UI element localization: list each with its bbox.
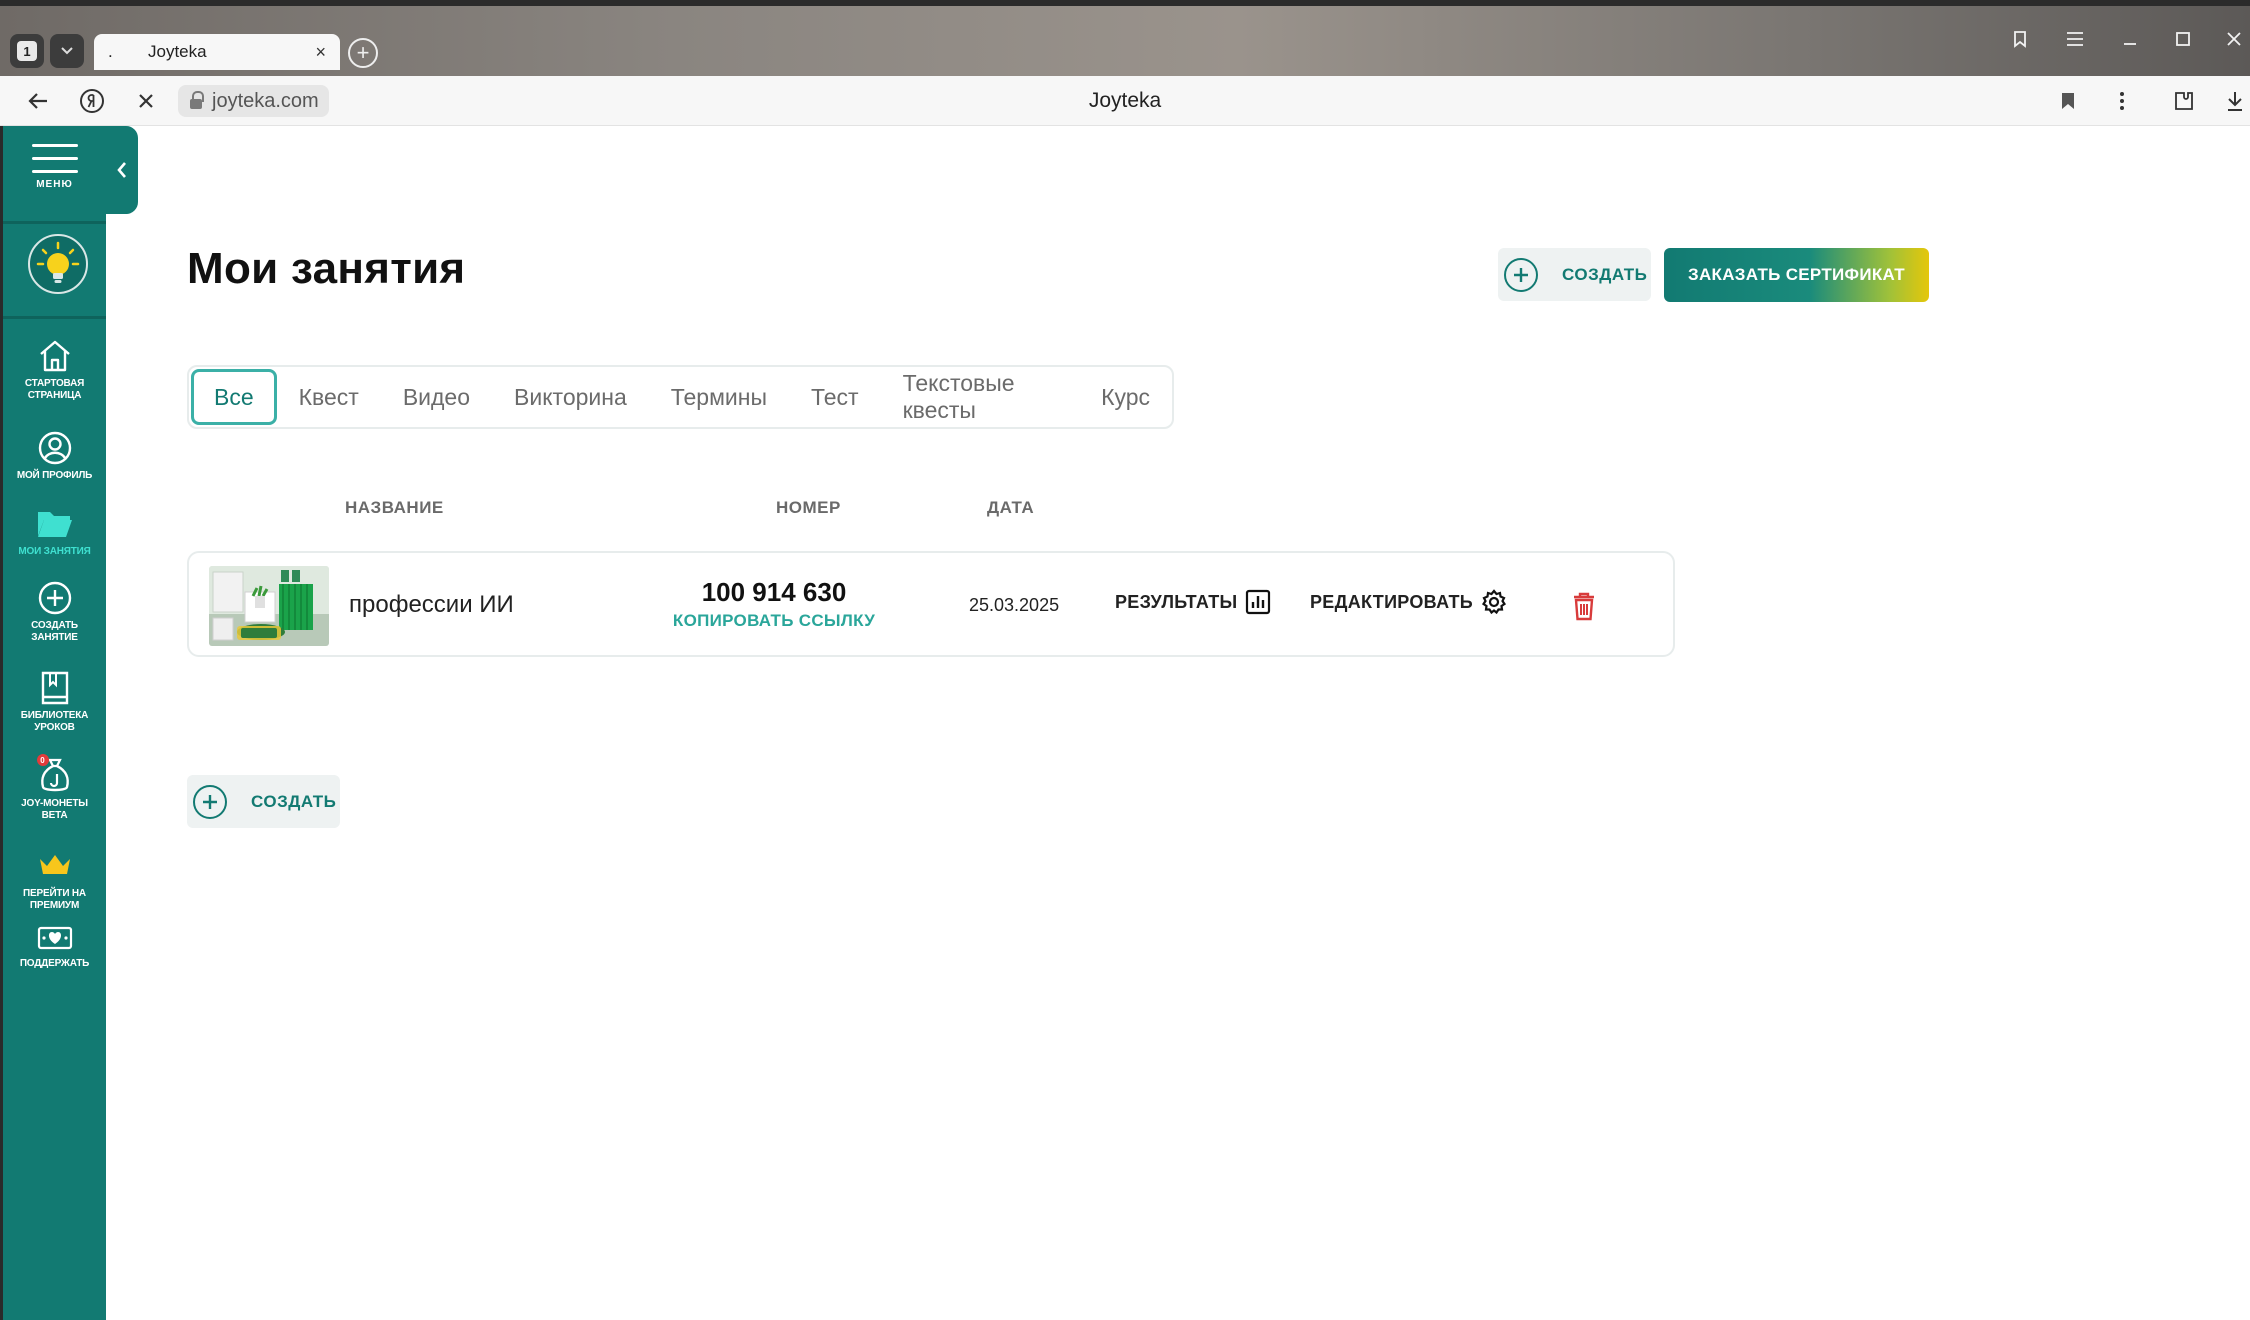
table-row: профессии ИИ 100 914 630 КОПИРОВАТЬ ССЫЛ…	[187, 551, 1675, 657]
filter-test[interactable]: Тест	[789, 369, 881, 425]
money-bag-icon: 0	[33, 754, 77, 796]
app-sidebar: МЕНЮ СТАРТОВАЯ СТРАНИЦА МОЙ ПРОФИЛЬ МОИ З	[0, 126, 106, 1320]
stop-icon[interactable]	[128, 84, 164, 118]
lesson-number: 100 914 630	[701, 577, 847, 607]
sidebar-divider	[3, 316, 106, 319]
gear-icon	[1481, 589, 1507, 615]
lock-icon	[190, 90, 204, 109]
sidebar-item-profile[interactable]: МОЙ ПРОФИЛЬ	[3, 428, 106, 482]
column-header-number: НОМЕР	[776, 498, 841, 517]
filter-tabs: Все Квест Видео Викторина Термины Тест Т…	[187, 365, 1174, 429]
filter-video[interactable]: Видео	[381, 369, 492, 425]
trash-icon	[1574, 592, 1594, 621]
sidebar-item-home[interactable]: СТАРТОВАЯ СТРАНИЦА	[3, 336, 106, 402]
donate-icon	[33, 922, 77, 954]
column-header-date: ДАТА	[987, 498, 1035, 517]
menu-button[interactable]: МЕНЮ	[3, 136, 106, 212]
chevron-left-icon	[117, 162, 126, 178]
browser-tab-active[interactable]: . Joyteka ×	[94, 34, 340, 70]
column-header-name: НАЗВАНИЕ	[345, 498, 444, 517]
home-icon	[33, 336, 77, 376]
lesson-thumbnail[interactable]	[209, 566, 329, 646]
crown-icon	[33, 850, 77, 880]
plus-circle-icon	[33, 578, 77, 618]
maximize-icon[interactable]	[2163, 22, 2203, 56]
back-icon[interactable]	[20, 84, 56, 118]
logo-lightbulb-icon[interactable]	[28, 234, 88, 294]
window-counter-badge[interactable]: 1	[10, 34, 44, 68]
window-close-icon[interactable]	[2218, 22, 2250, 56]
coins-badge: 0	[36, 754, 49, 766]
filter-text-quests[interactable]: Текстовые квесты	[881, 369, 1079, 425]
results-button[interactable]: РЕЗУЛЬТАТЫ	[1115, 589, 1271, 615]
url-text: joyteka.com	[212, 89, 319, 112]
filter-terms[interactable]: Термины	[649, 369, 789, 425]
filter-all[interactable]: Все	[191, 369, 277, 425]
tab-title: Joyteka	[148, 42, 207, 61]
new-tab-button[interactable]: +	[348, 38, 378, 68]
sidebar-divider	[3, 221, 106, 224]
sidebar-item-create-lesson[interactable]: СОЗДАТЬ ЗАНЯТИЕ	[3, 578, 106, 644]
lesson-name[interactable]: профессии ИИ	[349, 591, 514, 619]
kebab-icon[interactable]	[2104, 84, 2140, 118]
create-button-top[interactable]: СОЗДАТЬ	[1498, 248, 1651, 301]
delete-button[interactable]	[1567, 587, 1601, 625]
sidebar-collapse-button[interactable]	[106, 126, 138, 214]
filter-quest[interactable]: Квест	[277, 369, 381, 425]
sidebar-item-support[interactable]: ПОДДЕРЖАТЬ	[3, 922, 106, 970]
extensions-icon[interactable]	[2166, 84, 2202, 118]
filter-quiz[interactable]: Викторина	[492, 369, 649, 425]
url-field[interactable]: joyteka.com	[178, 85, 329, 117]
minimize-icon[interactable]	[2110, 22, 2150, 56]
edit-button[interactable]: РЕДАКТИРОВАТЬ	[1310, 589, 1507, 615]
browser-menu-icon[interactable]	[2055, 22, 2095, 56]
download-icon[interactable]	[2220, 84, 2250, 118]
plus-circle-icon	[1504, 257, 1538, 292]
lesson-date: 25.03.2025	[969, 595, 1060, 615]
browser-titlebar: 1 . Joyteka × +	[0, 0, 2250, 76]
order-certificate-button[interactable]: ЗАКАЗАТЬ СЕРТИФИКАТ	[1664, 248, 1929, 302]
page-title: Мои занятия	[187, 244, 466, 293]
sidebar-item-my-lessons[interactable]: МОИ ЗАНЯТИЯ	[3, 504, 106, 558]
tab-close-icon[interactable]: ×	[315, 42, 326, 63]
yandex-icon[interactable]	[74, 84, 110, 118]
profile-icon	[33, 428, 77, 468]
folder-icon	[33, 504, 77, 544]
sidebar-item-joy-coins[interactable]: 0 JOY-МОНЕТЫ BETA	[3, 754, 106, 822]
address-bar: joyteka.com Joyteka	[0, 76, 2250, 126]
sidebar-item-premium[interactable]: ПЕРЕЙТИ НА ПРЕМИУМ	[3, 850, 106, 912]
collections-icon[interactable]	[2000, 22, 2040, 56]
filter-course[interactable]: Курс	[1079, 369, 1172, 425]
bookmark-icon[interactable]	[2050, 84, 2086, 118]
page-title-center: Joyteka	[1088, 89, 1162, 112]
create-button-bottom[interactable]: СОЗДАТЬ	[187, 775, 340, 828]
tab-list-dropdown[interactable]	[50, 34, 84, 68]
chevron-down-icon	[61, 47, 73, 55]
sidebar-item-library[interactable]: БИБЛИОТЕКА УРОКОВ	[3, 668, 106, 734]
plus-circle-icon	[193, 784, 227, 819]
hamburger-icon	[31, 144, 78, 183]
copy-link-button[interactable]: КОПИРОВАТЬ ССЫЛКУ	[669, 611, 879, 631]
bar-chart-icon	[1246, 589, 1271, 615]
book-icon	[33, 668, 77, 708]
